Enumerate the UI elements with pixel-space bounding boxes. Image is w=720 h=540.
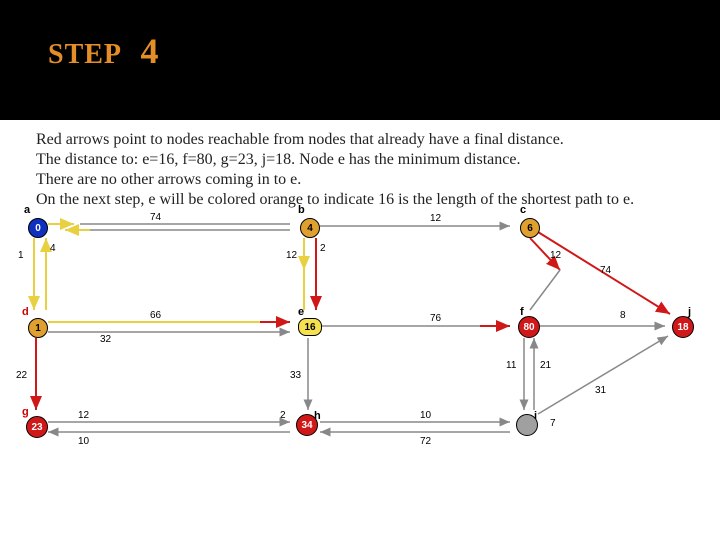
node-h: 34 [296,414,318,436]
node-f: 80 [518,316,540,338]
edge-d-g-weight: 22 [16,370,27,381]
edge-g-h-top-weight: 12 [78,410,89,421]
edge-g-h-bottom-weight: 10 [78,436,89,447]
edge-a-b-weight: 74 [150,212,161,223]
node-c-label: c [520,204,526,216]
edge-f-i-weight: 11 [506,360,516,371]
node-g: 23 [26,416,48,438]
desc-line-4: On the next step, e will be colored oran… [36,190,690,210]
edge-i-j-weight: 31 [595,385,606,396]
edge-e-h-weight: 33 [290,370,301,381]
edge-b-c-weight: 12 [430,213,441,224]
node-g-label: g [22,406,29,418]
node-e-label: e [298,306,304,318]
desc-line-1: Red arrows point to nodes reachable from… [36,130,690,150]
node-b-label: b [298,204,305,216]
graph-diagram: a 0 b 4 c 6 d 1 e 16 f 80 j 18 g 23 h 34… [0,210,720,530]
edge-f-i2-weight: 21 [540,360,551,371]
node-j-label: j [688,306,691,318]
node-a-label: a [24,204,30,216]
description-block: Red arrows point to nodes reachable from… [36,130,690,210]
edge-c-f-weight: 12 [550,250,561,261]
slide-title: STEP 4 [48,30,159,72]
edge-d-e-weight: 66 [150,310,161,321]
desc-line-3: There are no other arrows coming in to e… [36,170,690,190]
edge-b-e2-weight: 2 [320,243,326,254]
node-c: 6 [520,218,540,238]
edge-h-i-bottom-weight: 72 [420,436,431,447]
edge-h-i-weight: 10 [420,410,431,421]
edge-i-7-weight: 7 [550,418,556,429]
desc-line-2: The distance to: e=16, f=80, g=23, j=18.… [36,150,690,170]
node-b: 4 [300,218,320,238]
node-d: 1 [28,318,48,338]
node-a: 0 [28,218,48,238]
node-j: 18 [672,316,694,338]
node-i [516,414,538,436]
edge-b-e-weight: 12 [286,250,297,261]
edge-d-e-bottom-weight: 32 [100,334,111,345]
title-step-number: 4 [140,31,159,71]
node-d-label: d [22,306,29,318]
edge-c-j-weight: 74 [600,265,611,276]
edge-h-2-weight: 2 [280,410,286,421]
edge-a-d2-weight: 4 [50,243,56,254]
node-e: 16 [298,318,322,336]
edge-f-j-weight: 8 [620,310,626,321]
edge-e-f-weight: 76 [430,313,441,324]
title-step-word: STEP [48,39,120,70]
graph-edges-svg [0,210,720,530]
edge-a-d-weight: 1 [18,250,24,261]
